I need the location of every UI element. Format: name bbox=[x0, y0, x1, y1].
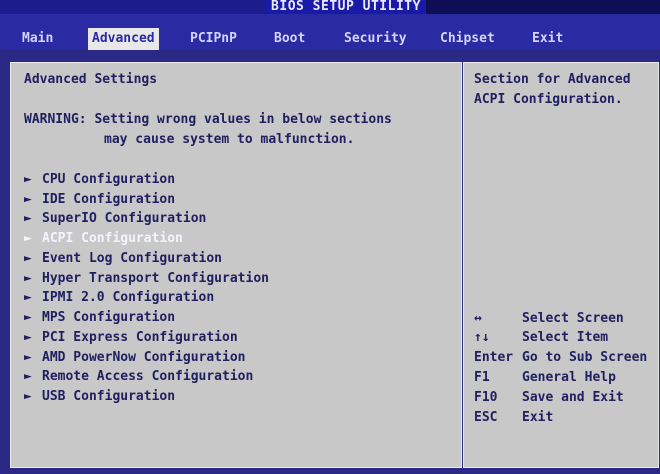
menu-item-hyper-transport[interactable]: ► Hyper Transport Configuration bbox=[24, 269, 269, 289]
item-label: IDE Configuration bbox=[42, 192, 176, 207]
menu-main[interactable]: Main bbox=[18, 28, 57, 50]
menu-bar-band bbox=[0, 14, 660, 28]
arrow-right-icon: ► bbox=[24, 389, 32, 404]
key-action: Select Item bbox=[522, 330, 609, 345]
menu-item-pci-express[interactable]: ► PCI Express Configuration bbox=[24, 328, 238, 348]
arrow-right-icon: ► bbox=[24, 251, 32, 266]
menu-item-remote-access[interactable]: ► Remote Access Configuration bbox=[24, 367, 253, 387]
title-bar-dark bbox=[422, 0, 660, 14]
item-label: Remote Access Configuration bbox=[42, 369, 254, 384]
help-text-line-1: Section for Advanced bbox=[474, 72, 631, 87]
menu-exit[interactable]: Exit bbox=[528, 28, 567, 50]
item-label: USB Configuration bbox=[42, 389, 176, 404]
arrow-right-icon: ► bbox=[24, 290, 32, 305]
item-label: AMD PowerNow Configuration bbox=[42, 350, 246, 365]
item-label: CPU Configuration bbox=[42, 172, 176, 187]
menu-boot[interactable]: Boot bbox=[270, 28, 309, 50]
menu-item-mps[interactable]: ► MPS Configuration bbox=[24, 308, 175, 328]
item-label: IPMI 2.0 Configuration bbox=[42, 290, 215, 305]
menu-item-event-log[interactable]: ► Event Log Configuration bbox=[24, 249, 222, 269]
menu-pcipnp[interactable]: PCIPnP bbox=[186, 28, 241, 50]
arrow-right-icon: ► bbox=[24, 310, 32, 325]
arrow-right-icon: ► bbox=[24, 369, 32, 384]
item-label: ACPI Configuration bbox=[42, 231, 183, 246]
item-label: Hyper Transport Configuration bbox=[42, 271, 269, 286]
up-down-arrow-icon: ↑↓ bbox=[474, 330, 490, 345]
menu-item-amd-powernow[interactable]: ► AMD PowerNow Configuration bbox=[24, 348, 246, 368]
key-action: Exit bbox=[522, 410, 554, 425]
key-action: Save and Exit bbox=[522, 390, 624, 405]
key-action: Go to Sub Screen bbox=[522, 350, 648, 365]
help-text-line-2: ACPI Configuration. bbox=[474, 92, 623, 107]
app-title: BIOS SETUP UTILITY bbox=[266, 0, 426, 14]
key-legend-row: ↑↓ Select Item bbox=[474, 328, 608, 348]
key-name: F1 bbox=[474, 370, 490, 385]
key-name: F10 bbox=[474, 390, 498, 405]
arrow-right-icon: ► bbox=[24, 231, 32, 246]
warning-line-2: may cause system to malfunction. bbox=[104, 132, 355, 147]
key-name: Enter bbox=[474, 350, 514, 365]
section-heading: Advanced Settings bbox=[24, 72, 158, 87]
menu-security[interactable]: Security bbox=[340, 28, 411, 50]
menu-item-superio[interactable]: ► SuperIO Configuration bbox=[24, 209, 206, 229]
menu-item-usb[interactable]: ► USB Configuration bbox=[24, 387, 175, 407]
key-action: Select Screen bbox=[522, 311, 624, 326]
menu-item-acpi[interactable]: ► ACPI Configuration bbox=[24, 229, 183, 249]
arrow-right-icon: ► bbox=[24, 192, 32, 207]
key-legend-row: Enter Go to Sub Screen bbox=[474, 348, 647, 368]
arrow-right-icon: ► bbox=[24, 211, 32, 226]
arrow-right-icon: ► bbox=[24, 271, 32, 286]
menu-advanced[interactable]: Advanced bbox=[88, 28, 159, 50]
arrow-right-icon: ► bbox=[24, 350, 32, 365]
bios-screen: BIOS SETUP UTILITY Main Advanced PCIPnP … bbox=[0, 0, 660, 474]
item-label: MPS Configuration bbox=[42, 310, 176, 325]
menu-chipset[interactable]: Chipset bbox=[436, 28, 499, 50]
key-legend-row: ↔ Select Screen bbox=[474, 309, 624, 329]
menu-item-ide[interactable]: ► IDE Configuration bbox=[24, 190, 175, 210]
key-action: General Help bbox=[522, 370, 616, 385]
key-name: ESC bbox=[474, 410, 498, 425]
key-legend-row: F10 Save and Exit bbox=[474, 388, 624, 408]
arrow-right-icon: ► bbox=[24, 330, 32, 345]
item-label: PCI Express Configuration bbox=[42, 330, 238, 345]
menu-item-cpu[interactable]: ► CPU Configuration bbox=[24, 170, 175, 190]
left-right-arrow-icon: ↔ bbox=[474, 311, 482, 326]
warning-line-1: WARNING: Setting wrong values in below s… bbox=[24, 112, 392, 127]
item-label: SuperIO Configuration bbox=[42, 211, 207, 226]
arrow-right-icon: ► bbox=[24, 172, 32, 187]
menu-item-ipmi[interactable]: ► IPMI 2.0 Configuration bbox=[24, 288, 214, 308]
key-legend-row: F1 General Help bbox=[474, 368, 616, 388]
item-label: Event Log Configuration bbox=[42, 251, 223, 266]
key-legend-row: ESC Exit bbox=[474, 408, 553, 428]
